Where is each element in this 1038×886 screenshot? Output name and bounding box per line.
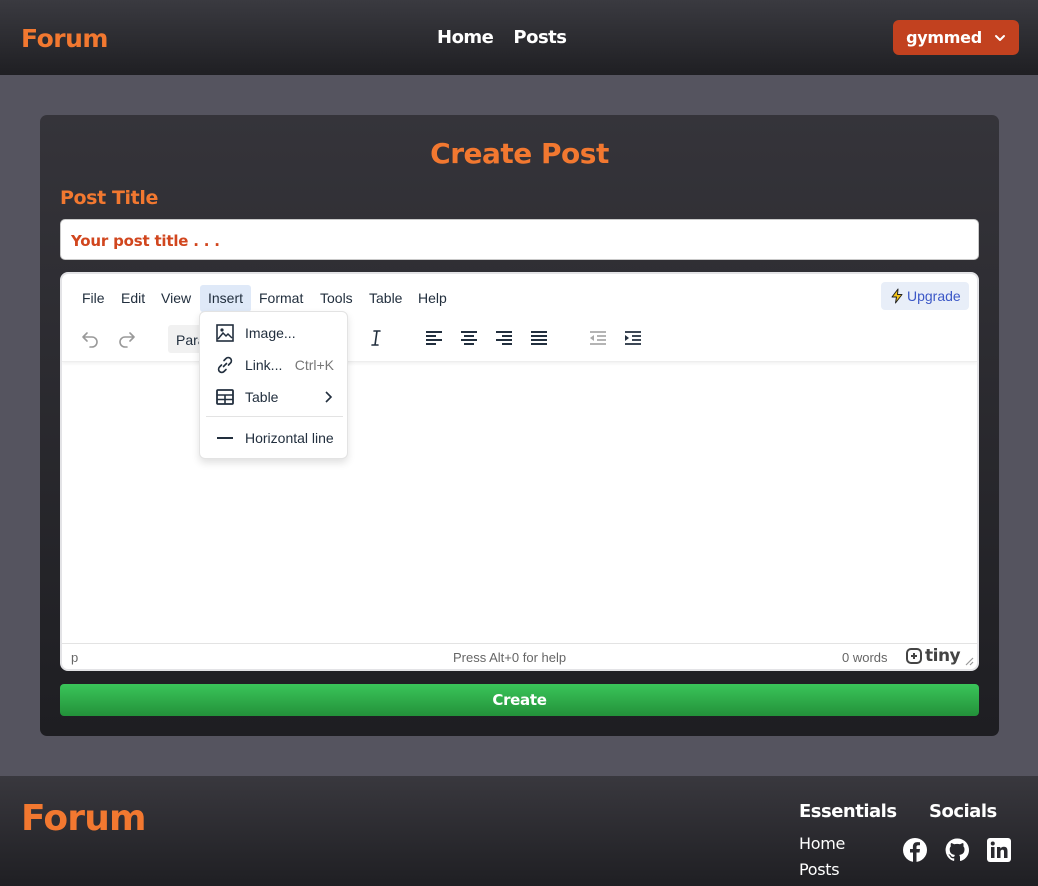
site-logo[interactable]: Forum	[21, 24, 108, 53]
insert-table-label: Table	[245, 389, 279, 405]
menu-help[interactable]: Help	[410, 285, 455, 312]
insert-link-label: Link...	[245, 357, 283, 373]
help-hint: Press Alt+0 for help	[453, 650, 567, 665]
align-justify-icon[interactable]	[527, 326, 551, 350]
create-post-card: Create Post Post Title Your post title .…	[40, 115, 999, 736]
insert-horizontal-line-item[interactable]: Horizontal line	[200, 423, 347, 453]
insert-image-label: Image...	[245, 325, 296, 341]
tiny-logo[interactable]: tiny	[906, 646, 961, 666]
site-header: Forum Home Posts gymmed	[0, 0, 1038, 75]
insert-table-item[interactable]: Table	[200, 382, 347, 412]
nav-home-link[interactable]: Home	[437, 27, 494, 48]
rich-text-editor: File Edit View Insert Format Tools Table…	[60, 272, 979, 671]
tiny-logo-text: tiny	[925, 646, 961, 666]
redo-icon[interactable]	[115, 326, 139, 350]
socials-heading: Socials	[929, 801, 997, 822]
horizontal-line-icon	[215, 428, 235, 448]
editor-menubar: File Edit View Insert Format Tools Table…	[62, 274, 977, 316]
insert-horizontal-line-label: Horizontal line	[245, 430, 334, 446]
menu-edit[interactable]: Edit	[113, 285, 153, 312]
insert-image-item[interactable]: Image...	[200, 318, 347, 348]
italic-icon[interactable]	[364, 326, 388, 350]
resize-handle-icon[interactable]	[964, 656, 974, 666]
menu-view[interactable]: View	[153, 285, 199, 312]
post-title-input[interactable]: Your post title . . .	[60, 219, 979, 260]
image-icon	[215, 323, 235, 343]
site-footer: Forum Essentials Home Posts Socials	[0, 776, 1038, 886]
indent-icon[interactable]	[621, 326, 645, 350]
menu-divider	[206, 416, 343, 417]
align-left-icon[interactable]	[422, 326, 446, 350]
menu-file[interactable]: File	[74, 285, 113, 312]
username-label: gymmed	[906, 28, 982, 47]
essentials-heading: Essentials	[799, 801, 897, 822]
menu-insert[interactable]: Insert	[200, 285, 252, 312]
undo-icon[interactable]	[78, 326, 102, 350]
create-button[interactable]: Create	[60, 684, 979, 716]
element-path[interactable]: p	[71, 650, 78, 665]
align-right-icon[interactable]	[492, 326, 516, 350]
github-icon[interactable]	[944, 837, 970, 863]
post-title-placeholder: Your post title . . .	[71, 232, 220, 250]
align-center-icon[interactable]	[457, 326, 481, 350]
main-nav: Home Posts	[437, 27, 567, 48]
user-menu-button[interactable]: gymmed	[893, 20, 1019, 55]
upgrade-label: Upgrade	[907, 288, 961, 304]
footer-logo[interactable]: Forum	[21, 798, 147, 839]
word-count[interactable]: 0 words	[842, 650, 888, 665]
post-title-label: Post Title	[60, 187, 158, 209]
menu-table[interactable]: Table	[361, 285, 410, 312]
insert-link-item[interactable]: Link... Ctrl+K	[200, 350, 347, 380]
link-shortcut: Ctrl+K	[294, 357, 334, 373]
page-title: Create Post	[430, 137, 609, 170]
facebook-icon[interactable]	[902, 837, 928, 863]
menu-format[interactable]: Format	[251, 285, 311, 312]
table-icon	[215, 387, 235, 407]
menu-tools[interactable]: Tools	[312, 285, 361, 312]
outdent-icon[interactable]	[586, 326, 610, 350]
footer-home-link[interactable]: Home	[799, 834, 845, 853]
lightning-icon	[891, 288, 903, 304]
tiny-logo-icon	[906, 648, 922, 664]
nav-posts-link[interactable]: Posts	[513, 27, 567, 48]
chevron-down-icon	[994, 34, 1005, 41]
link-icon	[215, 355, 235, 375]
chevron-right-icon	[325, 391, 333, 403]
footer-posts-link[interactable]: Posts	[799, 860, 840, 879]
linkedin-icon[interactable]	[986, 837, 1012, 863]
insert-menu-dropdown: Image... Link... Ctrl+K Table Horizontal…	[199, 311, 348, 459]
upgrade-button[interactable]: Upgrade	[881, 282, 969, 310]
editor-statusbar: p Press Alt+0 for help 0 words tiny	[62, 643, 977, 669]
